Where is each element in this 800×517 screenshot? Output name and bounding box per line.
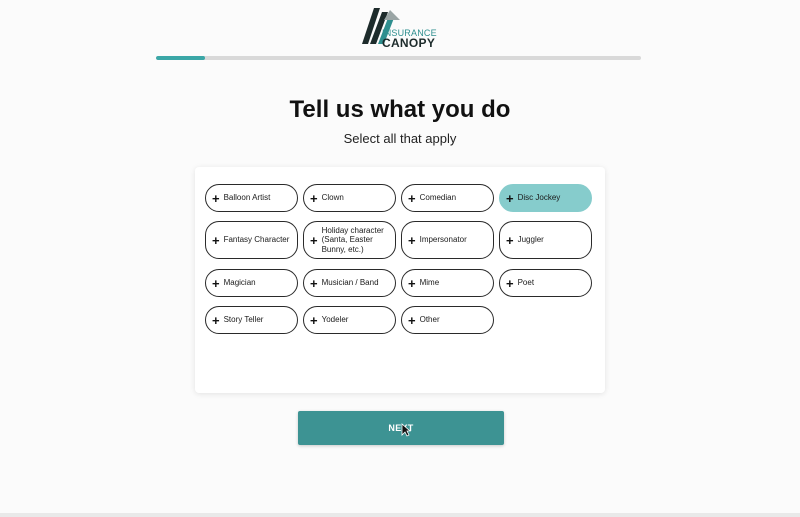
plus-icon: + <box>212 190 220 206</box>
option-mime[interactable]: + Mime <box>401 269 494 297</box>
option-juggler[interactable]: + Juggler <box>499 221 592 259</box>
option-impersonator[interactable]: + Impersonator <box>401 221 494 259</box>
option-disc-jockey[interactable]: + Disc Jockey <box>499 184 592 212</box>
page: INSURANCE CANOPY Tell us what you do Sel… <box>0 0 800 517</box>
option-holiday-character-santa-easter-bunny-etc[interactable]: + Holiday character (Santa, Easter Bunny,… <box>303 221 396 259</box>
insurance-canopy-logo[interactable]: INSURANCE CANOPY <box>360 6 444 50</box>
plus-icon: + <box>212 275 220 291</box>
options-card: + Balloon Artist + Clown + Comedian + Disc Jock… <box>195 167 605 393</box>
page-subtitle: Select all that apply <box>343 131 457 146</box>
option-label: Magician <box>223 278 256 288</box>
option-balloon-artist[interactable]: + Balloon Artist <box>205 184 298 212</box>
plus-icon: + <box>506 190 514 206</box>
option-clown[interactable]: + Clown <box>303 184 396 212</box>
plus-icon: + <box>408 312 416 328</box>
option-label: Juggler <box>517 235 544 245</box>
option-label: Poet <box>517 278 535 288</box>
progress-bar <box>156 56 641 60</box>
option-label: Disc Jockey <box>517 193 561 203</box>
option-story-teller[interactable]: + Story Teller <box>205 306 298 334</box>
option-other[interactable]: + Other <box>401 306 494 334</box>
plus-icon: + <box>408 190 416 206</box>
option-label: Impersonator <box>419 235 467 245</box>
option-poet[interactable]: + Poet <box>499 269 592 297</box>
option-yodeler[interactable]: + Yodeler <box>303 306 396 334</box>
options-grid: + Balloon Artist + Clown + Comedian + Disc Jock… <box>205 184 592 334</box>
plus-icon: + <box>408 232 416 248</box>
plus-icon: + <box>310 190 318 206</box>
plus-icon: + <box>310 232 318 248</box>
logo-text-canopy: CANOPY <box>382 36 436 50</box>
plus-icon: + <box>212 232 220 248</box>
option-comedian[interactable]: + Comedian <box>401 184 494 212</box>
bottom-divider <box>0 513 800 517</box>
mouse-cursor-icon <box>401 423 411 437</box>
progress-fill <box>156 56 205 60</box>
plus-icon: + <box>212 312 220 328</box>
plus-icon: + <box>310 275 318 291</box>
option-label: Other <box>419 315 440 325</box>
plus-icon: + <box>506 275 514 291</box>
option-musician-band[interactable]: + Musician / Band <box>303 269 396 297</box>
option-label: Holiday character (Santa, Easter Bunny, … <box>321 225 384 254</box>
plus-icon: + <box>506 232 514 248</box>
option-label: Yodeler <box>321 315 349 325</box>
option-label: Balloon Artist <box>223 193 271 203</box>
option-label: Musician / Band <box>321 278 379 288</box>
option-label: Comedian <box>419 193 457 203</box>
option-label: Clown <box>321 193 344 203</box>
page-title: Tell us what you do <box>289 96 511 123</box>
option-label: Fantasy Character <box>223 235 290 245</box>
plus-icon: + <box>310 312 318 328</box>
option-magician[interactable]: + Magician <box>205 269 298 297</box>
plus-icon: + <box>408 275 416 291</box>
option-label: Mime <box>419 278 440 288</box>
option-label: Story Teller <box>223 315 264 325</box>
option-fantasy-character[interactable]: + Fantasy Character <box>205 221 298 259</box>
